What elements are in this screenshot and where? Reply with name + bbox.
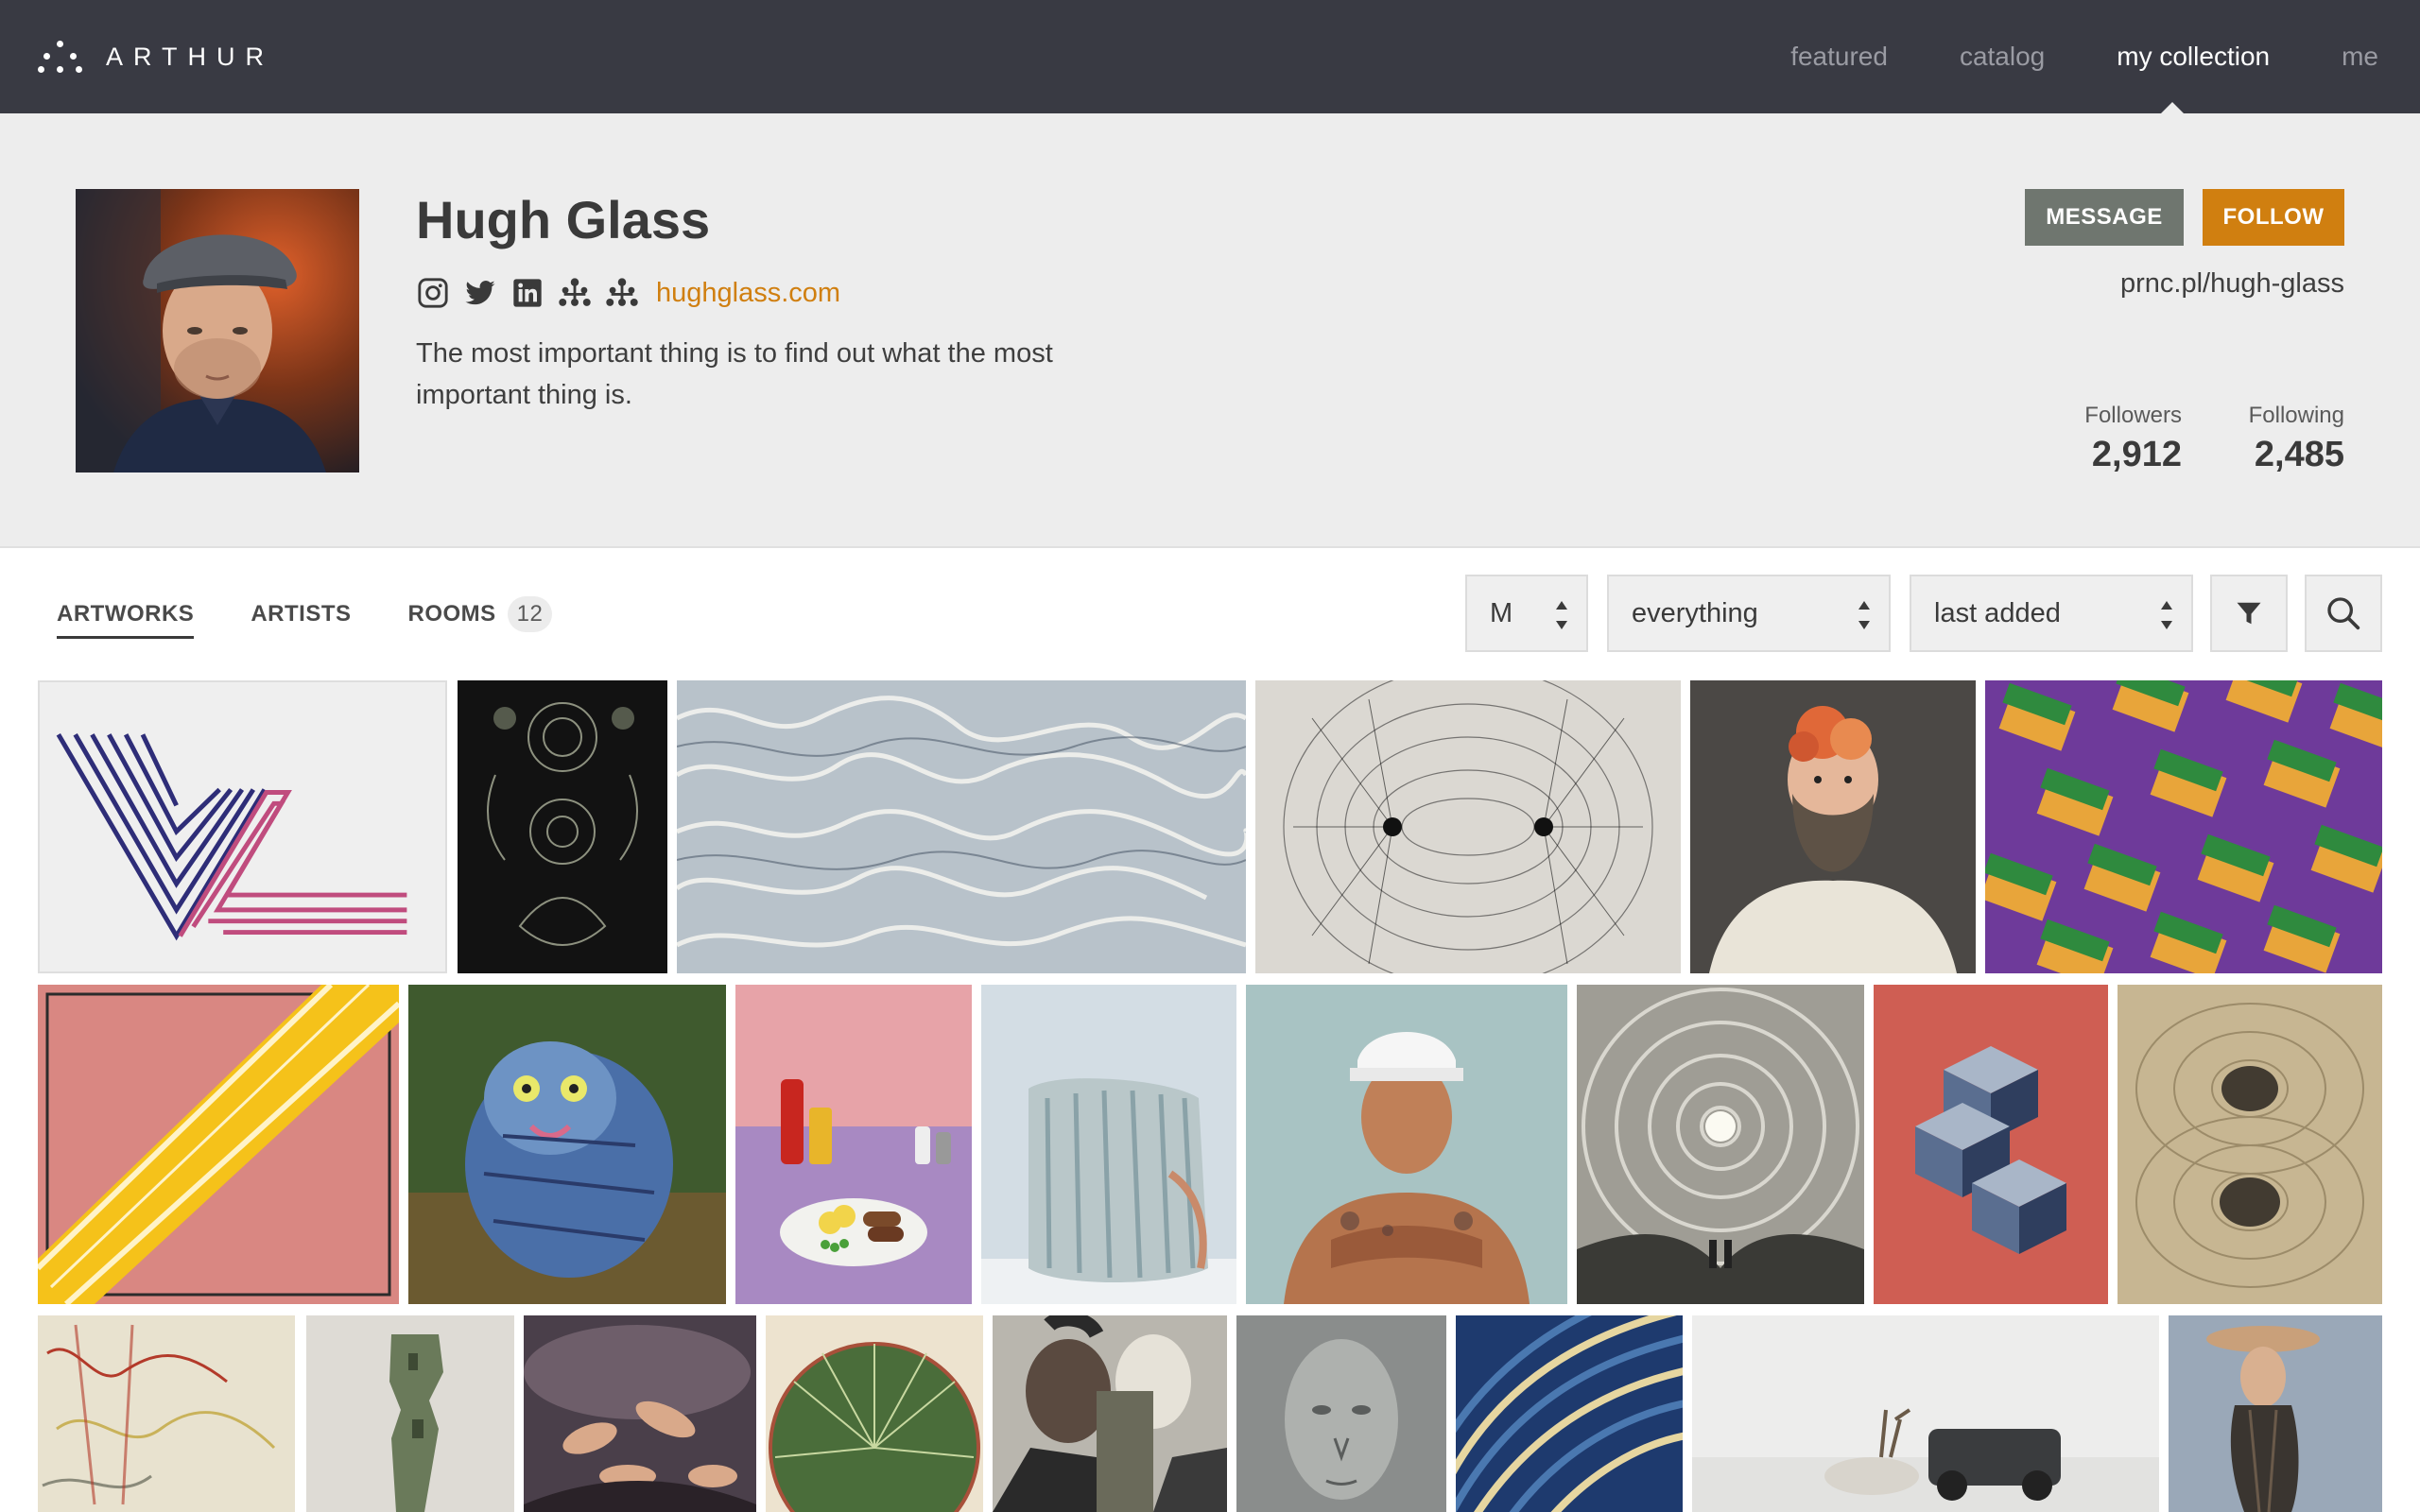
artwork-tile[interactable]: [1246, 985, 1567, 1304]
scope-select-value: everything: [1632, 597, 1758, 628]
following-label: Following: [2248, 403, 2344, 428]
select-arrows-icon: [2161, 601, 2172, 629]
search-icon: [2327, 597, 2360, 630]
linkedin-icon[interactable]: [510, 276, 544, 310]
profile-name: Hugh Glass: [416, 190, 711, 249]
social-links: hughglass.com: [416, 272, 840, 314]
followers-count: 2,912: [2091, 435, 2182, 474]
artwork-tile[interactable]: [38, 985, 399, 1304]
artwork-tile[interactable]: [993, 1315, 1227, 1512]
followers-label: Followers: [2084, 403, 2182, 428]
website-link[interactable]: hughglass.com: [656, 278, 840, 309]
message-button[interactable]: MESSAGE: [2025, 189, 2184, 246]
artwork-tile[interactable]: [38, 680, 447, 973]
artwork-tile[interactable]: [1236, 1315, 1446, 1512]
tab-rooms-label: ROOMS: [407, 601, 496, 627]
nav-my-collection[interactable]: my collection: [2117, 42, 2270, 72]
collection-tabs: ARTWORKS ARTISTS ROOMS 12: [57, 595, 609, 639]
following-count: 2,485: [2254, 435, 2344, 474]
artwork-tile[interactable]: [2118, 985, 2382, 1304]
nav-featured[interactable]: featured: [1790, 42, 1888, 72]
followers-stat[interactable]: Followers 2,912: [2084, 403, 2182, 475]
artwork-tile[interactable]: [38, 1315, 295, 1512]
scope-select[interactable]: everything: [1607, 575, 1891, 652]
search-button[interactable]: [2305, 575, 2382, 652]
artwork-tile[interactable]: [306, 1315, 514, 1512]
sort-select[interactable]: last added: [1910, 575, 2193, 652]
twitter-icon[interactable]: [463, 276, 497, 310]
profile-bio: The most important thing is to find out …: [416, 338, 1053, 410]
artwork-tile[interactable]: [766, 1315, 983, 1512]
select-arrows-icon: [1858, 601, 1870, 629]
tab-artists[interactable]: ARTISTS: [251, 601, 351, 627]
nav-catalog[interactable]: catalog: [1960, 42, 2045, 72]
main-nav: featured catalog my collection me: [1719, 0, 2378, 113]
filter-button[interactable]: [2210, 575, 2288, 652]
nav-me[interactable]: me: [2342, 42, 2378, 72]
artwork-tile[interactable]: [677, 680, 1246, 973]
brand-logo[interactable]: ARTHUR: [38, 38, 275, 76]
artwork-tile[interactable]: [1692, 1315, 2159, 1512]
arthur-logo-icon: [38, 40, 82, 74]
size-select[interactable]: M: [1465, 575, 1588, 652]
size-select-value: M: [1490, 597, 1513, 628]
sort-select-value: last added: [1934, 597, 2061, 628]
artwork-tile[interactable]: [1874, 985, 2108, 1304]
follow-button[interactable]: FOLLOW: [2203, 189, 2344, 246]
following-stat[interactable]: Following 2,485: [2249, 403, 2344, 475]
artwork-tile[interactable]: [458, 680, 667, 973]
artwork-tile[interactable]: [981, 985, 1236, 1304]
tab-rooms[interactable]: ROOMS 12: [408, 596, 553, 632]
artwork-tile[interactable]: [524, 1315, 756, 1512]
artwork-tile[interactable]: [1985, 680, 2382, 973]
active-nav-indicator: [2161, 102, 2184, 113]
artwork-tile[interactable]: [1577, 985, 1864, 1304]
arthur-icon[interactable]: [558, 276, 592, 310]
select-arrows-icon: [1556, 601, 1567, 629]
top-navigation-bar: ARTHUR featured catalog my collection me: [0, 0, 2420, 113]
profile-header: Hugh Glass hughglass.com The most import…: [0, 113, 2420, 548]
filter-icon: [2237, 602, 2261, 625]
rooms-count-badge: 12: [507, 596, 553, 632]
artwork-tile[interactable]: [2169, 1315, 2382, 1512]
avatar: [76, 189, 359, 472]
brand-name: ARTHUR: [106, 42, 275, 71]
artwork-tile[interactable]: [408, 985, 726, 1304]
artwork-tile[interactable]: [735, 985, 972, 1304]
tab-artworks[interactable]: ARTWORKS: [57, 601, 195, 639]
artwork-tile[interactable]: [1255, 680, 1681, 973]
profile-short-url[interactable]: prnc.pl/hugh-glass: [2120, 268, 2344, 300]
artwork-tile[interactable]: [1456, 1315, 1683, 1512]
artwork-tile[interactable]: [1690, 680, 1976, 973]
arthur-icon[interactable]: [605, 276, 639, 310]
instagram-icon[interactable]: [416, 276, 450, 310]
